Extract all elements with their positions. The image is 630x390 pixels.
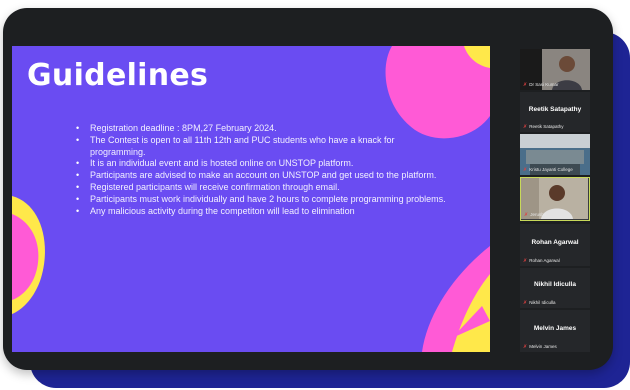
participant-name-tag: ✗ Reetik Satapathy	[523, 124, 564, 130]
list-item: Participants are advised to make an acco…	[72, 170, 452, 182]
participant-name-tag: ✗ Rohan Agarwal	[523, 258, 560, 264]
meeting-window: Guidelines Registration deadline : 8PM,2…	[3, 8, 613, 370]
participant-tile[interactable]: Rohan Agarwal ✗ Rohan Agarwal	[520, 224, 590, 266]
participant-tile[interactable]: Nikhil Idiculla ✗ Nikhil Idiculla	[520, 268, 590, 308]
participant-name-tag: ✗ Melvin James	[523, 344, 557, 350]
participant-tile[interactable]: ✗ Kristu Jayanti College	[520, 134, 590, 175]
participant-name-tag: ✗ Kristu Jayanti College	[523, 167, 573, 173]
list-item: Registered participants will receive con…	[72, 182, 452, 194]
guidelines-list: Registration deadline : 8PM,27 February …	[72, 123, 452, 217]
participants-panel[interactable]: ✗ Dr Sasi Kumar Reetik Satapathy ✗ Reetik …	[520, 46, 590, 352]
list-item: Any malicious activity during the compet…	[72, 206, 452, 218]
participant-name: Rohan Agarwal	[531, 239, 579, 246]
participant-name-tag: ✗ Dr Sasi Kumar	[523, 82, 559, 88]
participant-name: Nikhil Idiculla	[534, 281, 576, 288]
participant-name-tag: ✗ Nikhil Idiculla	[523, 300, 556, 306]
mic-muted-icon: ✗	[524, 212, 529, 218]
participant-tile[interactable]: Melvin James ✗ Melvin James	[520, 310, 590, 352]
mic-muted-icon: ✗	[523, 82, 528, 88]
mic-muted-icon: ✗	[523, 124, 528, 130]
list-item: The Contest is open to all 11th 12th and…	[72, 135, 452, 159]
participant-tile-active[interactable]: ✗ Jerusha	[520, 177, 590, 221]
participant-name-tag: ✗ Jerusha	[524, 212, 547, 218]
participant-name: Reetik Satapathy	[528, 106, 582, 113]
participant-name: Melvin James	[533, 325, 577, 332]
mic-muted-icon: ✗	[523, 167, 528, 173]
mic-muted-icon: ✗	[523, 300, 528, 306]
mic-muted-icon: ✗	[523, 258, 528, 264]
list-item: Participants must work individually and …	[72, 194, 452, 206]
list-item: It is an individual event and is hosted …	[72, 158, 452, 170]
participant-tile[interactable]: Reetik Satapathy ✗ Reetik Satapathy	[520, 92, 590, 132]
slide-title: Guidelines	[27, 58, 209, 93]
presentation-slide: Guidelines Registration deadline : 8PM,2…	[12, 46, 490, 352]
list-item: Registration deadline : 8PM,27 February …	[72, 123, 452, 135]
mic-muted-icon: ✗	[523, 344, 528, 350]
participant-tile[interactable]: ✗ Dr Sasi Kumar	[520, 49, 590, 90]
